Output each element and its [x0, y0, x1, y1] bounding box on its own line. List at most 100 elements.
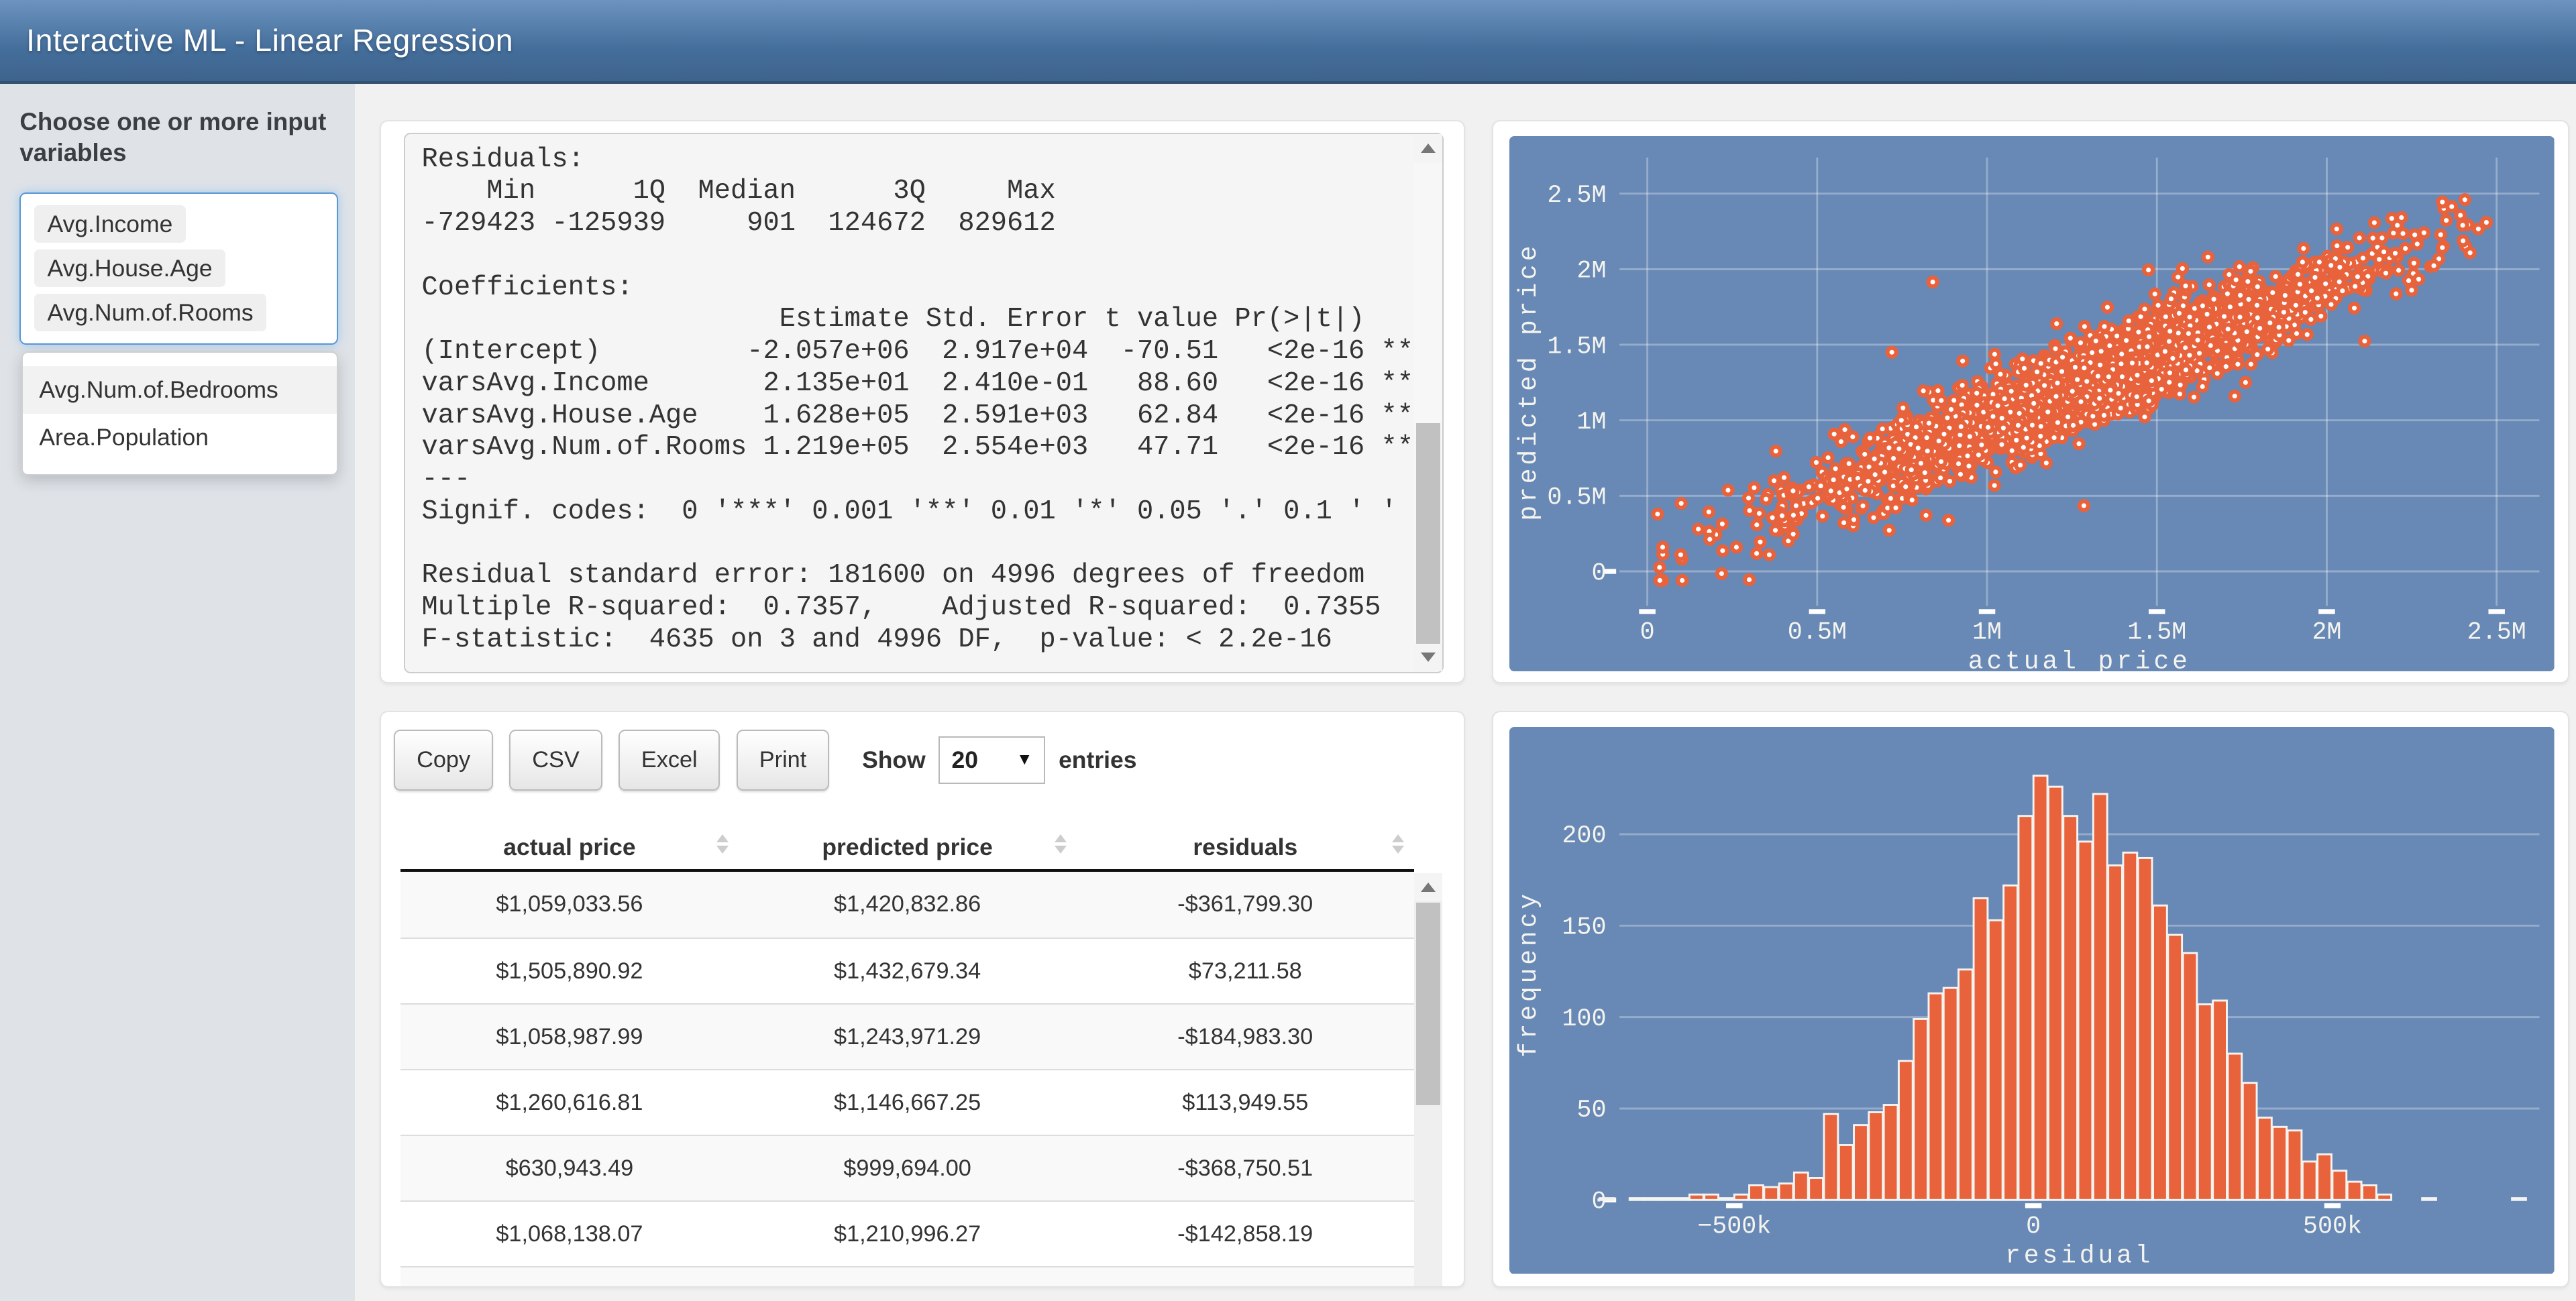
app-title: Interactive ML - Linear Regression: [26, 23, 514, 58]
scroll-down-button[interactable]: [1414, 643, 1442, 672]
selected-variable-pill[interactable]: Avg.House.Age: [34, 249, 226, 288]
variable-option[interactable]: Avg.Num.of.Bedrooms: [22, 365, 337, 414]
page-length-select[interactable]: 20 ▼: [938, 736, 1046, 784]
table-cell: $113,949.55: [1182, 1089, 1309, 1115]
table-row: $630,943.49 $999,694.00 -$368,750.51: [400, 1134, 1415, 1200]
table-row: $1,059,033.56 $1,420,832.86 -$361,799.30: [400, 871, 1415, 938]
svg-text:frequency: frequency: [1515, 891, 1544, 1058]
arrow-up-icon: [1420, 883, 1436, 893]
table-row: $1,502,055.92$1,299,300.01$202,755.91: [400, 1265, 1415, 1286]
svg-text:actual price: actual price: [1968, 647, 2191, 671]
svg-text:0: 0: [1592, 1188, 1607, 1217]
sort-icon: [1054, 834, 1067, 854]
column-header-label: residuals: [1193, 833, 1298, 860]
table-cell: $1,210,996.27: [834, 1221, 981, 1247]
sort-icon: [716, 834, 729, 854]
svg-text:2M: 2M: [1577, 257, 1607, 285]
histogram-card: −500k 0 500k 0 50 100 150 200 residual frequency: [1491, 711, 2570, 1288]
table-row: $1,068,138.07 $1,210,996.27 -$142,858.19: [400, 1200, 1415, 1266]
summary-scrollbar[interactable]: [1414, 134, 1442, 672]
svg-text:predicted price: predicted price: [1515, 242, 1544, 520]
table-cell: $1,299,300.01: [739, 1267, 1077, 1286]
svg-text:100: 100: [1562, 1005, 1607, 1033]
column-header-residuals[interactable]: residuals: [1076, 831, 1414, 868]
svg-text:2M: 2M: [2312, 618, 2342, 646]
svg-text:50: 50: [1577, 1097, 1607, 1125]
input-variables-label: Choose one or more input variables: [19, 108, 327, 167]
column-header-label: actual price: [503, 833, 636, 860]
table-row: $1,505,890.92 $1,432,679.34 $73,211.58: [400, 937, 1415, 1003]
svg-text:1.5M: 1.5M: [1548, 333, 1607, 361]
column-header-label: predicted price: [822, 833, 993, 860]
scatter-plot: 0 0.5M 1M 1.5M 2M 2.5M 0 0.5M 1M 1.5M 2M 2.5M actual…: [1509, 135, 2555, 672]
table-cell: $1,432,679.34: [834, 958, 981, 984]
table-cell: $1,502,055.92: [400, 1267, 739, 1286]
arrow-down-icon: [1420, 653, 1436, 662]
svg-text:0.5M: 0.5M: [1788, 618, 1847, 646]
navbar: Interactive ML - Linear Regression: [0, 0, 2576, 84]
table-row: $1,058,987.99 $1,243,971.29 -$184,983.30: [400, 1003, 1415, 1069]
svg-text:1M: 1M: [1972, 618, 2002, 646]
table-cell: $1,059,033.56: [496, 891, 643, 917]
svg-text:150: 150: [1562, 914, 1607, 942]
model-summary-output: Residuals: Min 1Q Median 3Q Max -729423 …: [403, 132, 1444, 673]
table-cell: -$142,858.19: [1177, 1221, 1313, 1247]
page-length-control: Show 20 ▼ entries: [862, 736, 1136, 784]
table-cell: $1,068,138.07: [496, 1221, 643, 1247]
table-cell: $1,260,616.81: [496, 1089, 643, 1115]
selected-variable-pill[interactable]: Avg.Income: [34, 205, 186, 243]
svg-text:1.5M: 1.5M: [2127, 618, 2186, 646]
table-cell: $1,243,971.29: [834, 1023, 981, 1050]
show-label: Show: [862, 746, 926, 773]
svg-text:residual: residual: [2005, 1242, 2153, 1271]
column-header-predicted-price[interactable]: predicted price: [739, 831, 1077, 868]
csv-button[interactable]: CSV: [509, 730, 602, 791]
table-cell: $1,146,667.25: [834, 1089, 981, 1115]
column-header-actual-price[interactable]: actual price: [400, 831, 739, 868]
svg-text:0: 0: [1640, 618, 1655, 646]
table-cell: $1,420,832.86: [834, 891, 981, 917]
table-cell: $999,694.00: [843, 1155, 971, 1181]
copy-button[interactable]: Copy: [394, 730, 493, 791]
scroll-up-button[interactable]: [1414, 134, 1442, 162]
sidebar: Choose one or more input variables Avg.I…: [0, 83, 355, 1301]
table-header: actual price predicted price residuals: [400, 831, 1415, 872]
svg-text:2.5M: 2.5M: [1548, 182, 1607, 210]
selected-variable-pill[interactable]: Avg.Num.of.Rooms: [34, 293, 267, 332]
svg-text:0.5M: 0.5M: [1548, 484, 1607, 512]
table-cell: -$361,799.30: [1177, 891, 1313, 917]
table-cell: -$368,750.51: [1177, 1155, 1313, 1181]
svg-text:0: 0: [2026, 1213, 2041, 1241]
table-cell: $202,755.91: [1076, 1267, 1414, 1286]
table-cell: $1,505,890.92: [496, 958, 643, 984]
app: Interactive ML - Linear Regression Choos…: [0, 0, 2576, 1301]
input-variables-select[interactable]: Avg.Income Avg.House.Age Avg.Num.of.Rooms: [19, 192, 339, 345]
chevron-down-icon: ▼: [1016, 750, 1033, 769]
table-cell: $1,058,987.99: [496, 1023, 643, 1050]
entries-label: entries: [1059, 746, 1137, 773]
svg-text:200: 200: [1562, 823, 1607, 851]
table-body: $1,059,033.56 $1,420,832.86 -$361,799.30 $1…: [400, 871, 1415, 1286]
sort-icon: [1392, 834, 1405, 854]
scrollbar-thumb[interactable]: [1415, 903, 1441, 1105]
variable-option[interactable]: Area.Population: [23, 414, 337, 461]
svg-text:2.5M: 2.5M: [2467, 618, 2526, 646]
table-cell: $630,943.49: [505, 1155, 634, 1181]
arrow-up-icon: [1420, 144, 1436, 154]
residual-histogram: −500k 0 500k 0 50 100 150 200 residual frequency: [1509, 727, 2555, 1274]
print-button[interactable]: Print: [736, 730, 830, 791]
predictions-table-card: Copy CSV Excel Print Show 20 ▼ entries actu…: [379, 711, 1466, 1288]
table-row: $1,260,616.81 $1,146,667.25 $113,949.55: [400, 1068, 1415, 1135]
scroll-up-button[interactable]: [1414, 873, 1442, 902]
table-cell: $73,211.58: [1188, 958, 1302, 984]
svg-text:0: 0: [1592, 559, 1607, 587]
model-summary-card: Residuals: Min 1Q Median 3Q Max -729423 …: [379, 119, 1466, 683]
svg-text:500k: 500k: [2303, 1213, 2362, 1241]
table-cell: -$184,983.30: [1177, 1023, 1313, 1050]
svg-text:−500k: −500k: [1697, 1213, 1771, 1241]
table-scrollbar[interactable]: [1414, 873, 1442, 1286]
scrollbar-thumb[interactable]: [1415, 423, 1441, 644]
input-variables-dropdown: Avg.Num.of.Bedrooms Area.Population: [21, 351, 339, 476]
table-toolbar: Copy CSV Excel Print Show 20 ▼ entries: [394, 729, 1136, 791]
excel-button[interactable]: Excel: [619, 730, 720, 791]
